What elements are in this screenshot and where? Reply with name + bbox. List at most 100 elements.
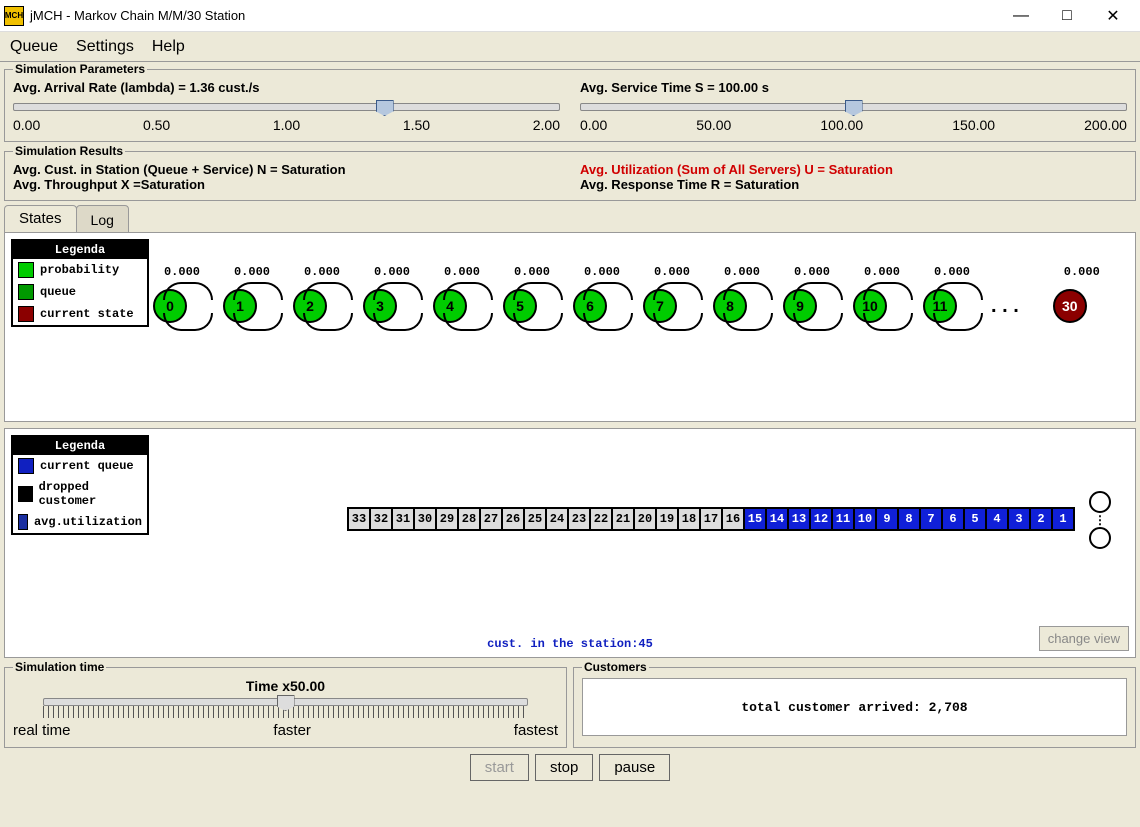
- simtime-faster: faster: [273, 722, 311, 739]
- queue-panel: Legenda current queue dropped customer a…: [4, 428, 1136, 658]
- maximize-button[interactable]: □: [1044, 2, 1090, 30]
- parameters-legend: Simulation Parameters: [13, 62, 147, 76]
- queue-cell: 9: [875, 507, 899, 531]
- swatch-current-icon: [18, 306, 34, 322]
- tab-states[interactable]: States: [4, 205, 77, 232]
- state-circle-current: 30: [1053, 289, 1087, 323]
- simtime-label: Time x50.00: [13, 678, 558, 694]
- tab-log[interactable]: Log: [76, 205, 129, 232]
- swatch-dropped-icon: [18, 486, 33, 502]
- service-slider[interactable]: [580, 103, 1127, 111]
- service-slider-thumb[interactable]: [845, 100, 863, 116]
- states-legend: Legenda probability queue current state: [11, 239, 149, 327]
- queue-cell: 2: [1029, 507, 1053, 531]
- queue-cell: 13: [787, 507, 811, 531]
- change-view-button[interactable]: change view: [1039, 626, 1129, 651]
- result-r: Avg. Response Time R = Saturation: [580, 177, 1127, 192]
- menubar: Queue Settings Help: [0, 32, 1140, 62]
- customers-legend: Customers: [582, 660, 649, 674]
- legend-probability: probability: [40, 263, 119, 277]
- states-panel: Legenda probability queue current state …: [4, 232, 1136, 422]
- queue-cell: 6: [941, 507, 965, 531]
- menu-queue[interactable]: Queue: [10, 38, 58, 56]
- queue-cell: 29: [435, 507, 459, 531]
- lambda-label: Avg. Arrival Rate (lambda) = 1.36 cust./…: [13, 80, 560, 95]
- service-label: Avg. Service Time S = 100.00 s: [580, 80, 1127, 95]
- lambda-slider[interactable]: [13, 103, 560, 111]
- state-node: 0.0009: [765, 289, 835, 323]
- result-n: Avg. Cust. in Station (Queue + Service) …: [13, 162, 560, 177]
- queue-cell: 32: [369, 507, 393, 531]
- cust-in-station: cust. in the station:45: [5, 637, 1135, 651]
- legend-title: Legenda: [13, 241, 147, 259]
- queue-row: 3332313029282726252423222120191817161514…: [349, 507, 1075, 531]
- simtime-slider[interactable]: [43, 698, 528, 706]
- queue-cell: 1: [1051, 507, 1075, 531]
- swatch-current-queue-icon: [18, 458, 34, 474]
- legend-queue: queue: [40, 285, 76, 299]
- queue-cell: 17: [699, 507, 723, 531]
- queue-cell: 25: [523, 507, 547, 531]
- queue-cell: 26: [501, 507, 525, 531]
- queue-cell: 24: [545, 507, 569, 531]
- queue-cell: 33: [347, 507, 371, 531]
- queue-cell: 20: [633, 507, 657, 531]
- state-node: 0.0008: [695, 289, 765, 323]
- lambda-slider-thumb[interactable]: [376, 100, 394, 116]
- legend-current-queue: current queue: [40, 459, 134, 473]
- result-x: Avg. Throughput X =Saturation: [13, 177, 560, 192]
- queue-legend-title: Legenda: [13, 437, 147, 455]
- swatch-util-icon: [18, 514, 28, 530]
- legend-current: current state: [40, 307, 134, 321]
- queue-cell: 31: [391, 507, 415, 531]
- state-node: 0.0000: [135, 289, 205, 323]
- state-node: 0.00011: [905, 289, 975, 323]
- server-circle-icon: [1089, 491, 1111, 513]
- queue-cell: 8: [897, 507, 921, 531]
- queue-cell: 16: [721, 507, 745, 531]
- state-node: 0.0001: [205, 289, 275, 323]
- service-ticks: 0.0050.00100.00150.00200.00: [580, 117, 1127, 133]
- swatch-probability-icon: [18, 262, 34, 278]
- start-button[interactable]: start: [470, 754, 529, 781]
- titlebar: MCH jMCH - Markov Chain M/M/30 Station —…: [0, 0, 1140, 32]
- simulation-parameters: Simulation Parameters Avg. Arrival Rate …: [4, 62, 1136, 142]
- menu-help[interactable]: Help: [152, 38, 185, 56]
- state-probability: 0.000: [1035, 265, 1129, 279]
- pause-button[interactable]: pause: [599, 754, 670, 781]
- queue-cell: 19: [655, 507, 679, 531]
- stop-button[interactable]: stop: [535, 754, 593, 781]
- app-icon: MCH: [4, 6, 24, 26]
- tick-label: 150.00: [952, 117, 995, 133]
- queue-cell: 27: [479, 507, 503, 531]
- state-node: 0.0006: [555, 289, 625, 323]
- state-node: 0.0007: [625, 289, 695, 323]
- state-node: 0.00010: [835, 289, 905, 323]
- server-dots: ⋮: [1089, 513, 1111, 527]
- queue-cell: 5: [963, 507, 987, 531]
- close-button[interactable]: ✕: [1090, 2, 1136, 30]
- tick-label: 0.00: [13, 117, 40, 133]
- tick-label: 50.00: [696, 117, 731, 133]
- legend-dropped: dropped customer: [39, 480, 142, 508]
- simtime-legend: Simulation time: [13, 660, 106, 674]
- queue-cell: 7: [919, 507, 943, 531]
- lambda-ticks: 0.000.501.001.502.00: [13, 117, 560, 133]
- minimize-button[interactable]: —: [998, 2, 1044, 30]
- customers-box: Customers total customer arrived: 2,708: [573, 660, 1136, 748]
- swatch-queue-icon: [18, 284, 34, 300]
- window-title: jMCH - Markov Chain M/M/30 Station: [30, 8, 998, 23]
- simulation-results: Simulation Results Avg. Cust. in Station…: [4, 144, 1136, 201]
- simtime-fastest: fastest: [514, 722, 558, 739]
- tab-bar: States Log: [4, 205, 1136, 232]
- menu-settings[interactable]: Settings: [76, 38, 134, 56]
- chain-ellipsis: . . .: [975, 295, 1035, 318]
- tick-label: 0.00: [580, 117, 607, 133]
- simulation-time: Simulation time Time x50.00 real time fa…: [4, 660, 567, 748]
- queue-cell: 14: [765, 507, 789, 531]
- queue-cell: 21: [611, 507, 635, 531]
- queue-cell: 22: [589, 507, 613, 531]
- state-node-last: 0.00030: [1035, 289, 1105, 323]
- legend-util: avg.utilization: [34, 515, 142, 529]
- simtime-realtime: real time: [13, 722, 71, 739]
